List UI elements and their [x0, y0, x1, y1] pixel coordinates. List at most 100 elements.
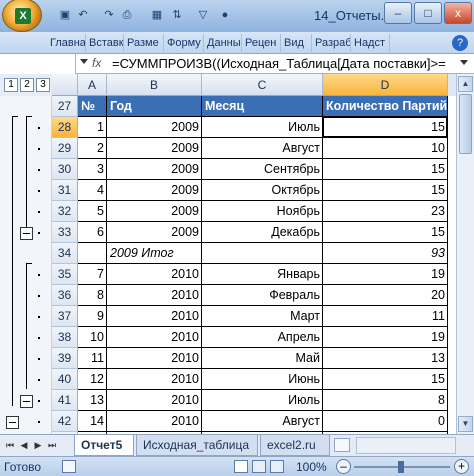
- cell-b28[interactable]: 2009: [107, 117, 202, 138]
- name-box-dropdown-icon[interactable]: [80, 59, 88, 64]
- vertical-scrollbar[interactable]: ▲ ▼: [456, 74, 474, 436]
- function-icon[interactable]: fx: [92, 56, 101, 70]
- sheet-tab-excel2[interactable]: excel2.ru: [260, 435, 330, 456]
- cell-b29[interactable]: 2009: [107, 138, 202, 159]
- office-button[interactable]: X: [2, 0, 42, 32]
- cell-a27[interactable]: №: [78, 96, 107, 117]
- cell-c32[interactable]: Ноябрь: [202, 201, 323, 222]
- sort-icon[interactable]: ⇅: [170, 8, 184, 22]
- column-header-a[interactable]: A: [78, 74, 107, 96]
- zoom-in-button[interactable]: +: [454, 459, 469, 474]
- cell-c29[interactable]: Август: [202, 138, 323, 159]
- redo-icon[interactable]: ↷: [102, 8, 116, 22]
- cell-b30[interactable]: 2009: [107, 159, 202, 180]
- cell-d37[interactable]: 11: [323, 306, 448, 327]
- cell-d36[interactable]: 20: [323, 285, 448, 306]
- scroll-up-icon[interactable]: ▲: [458, 76, 473, 92]
- cell-d32[interactable]: 23: [323, 201, 448, 222]
- ribbon-tab-4[interactable]: Данны: [205, 34, 242, 54]
- outline-level-3-button[interactable]: 3: [36, 78, 50, 92]
- page-layout-view-icon[interactable]: [252, 460, 266, 473]
- zoom-out-button[interactable]: –: [336, 459, 351, 474]
- column-header-c[interactable]: C: [202, 74, 323, 96]
- print-icon[interactable]: ⎙: [120, 8, 134, 22]
- insert-sheet-icon[interactable]: [334, 438, 350, 452]
- minimize-button[interactable]: –: [384, 2, 412, 24]
- page-break-view-icon[interactable]: [270, 460, 284, 473]
- macro-record-icon[interactable]: [62, 460, 76, 473]
- cell-d41[interactable]: 8: [323, 390, 448, 411]
- cell-c30[interactable]: Сентябрь: [202, 159, 323, 180]
- last-sheet-icon[interactable]: ⏭: [46, 439, 58, 452]
- row-header-42[interactable]: 42: [52, 411, 78, 432]
- cell-c28[interactable]: Июль: [202, 117, 323, 138]
- cell-d30[interactable]: 15: [323, 159, 448, 180]
- prev-sheet-icon[interactable]: ◀: [18, 439, 30, 452]
- cell-a40[interactable]: 12: [78, 369, 107, 390]
- cell-b38[interactable]: 2010: [107, 327, 202, 348]
- column-header-d[interactable]: D: [323, 74, 448, 96]
- collapse-all-button[interactable]: [6, 416, 19, 429]
- horizontal-scrollbar[interactable]: [356, 437, 456, 454]
- row-header-28[interactable]: 28: [52, 117, 78, 138]
- ribbon-tab-8[interactable]: Надст: [352, 34, 390, 54]
- row-header-37[interactable]: 37: [52, 306, 78, 327]
- cell-d42[interactable]: 0: [323, 411, 448, 432]
- cell-c34[interactable]: [202, 243, 323, 264]
- cell-d40[interactable]: 15: [323, 369, 448, 390]
- cell-a28[interactable]: 1: [78, 117, 107, 138]
- cell-a37[interactable]: 9: [78, 306, 107, 327]
- row-header-29[interactable]: 29: [52, 138, 78, 159]
- filter-icon[interactable]: ▽: [196, 8, 210, 22]
- close-button[interactable]: x: [444, 2, 472, 24]
- cell-c31[interactable]: Октябрь: [202, 180, 323, 201]
- scroll-thumb[interactable]: [459, 94, 472, 154]
- next-sheet-icon[interactable]: ▶: [32, 439, 44, 452]
- cell-b37[interactable]: 2010: [107, 306, 202, 327]
- collapse-2009-button[interactable]: [20, 227, 33, 240]
- ribbon-tab-0[interactable]: Главна: [48, 34, 86, 54]
- row-header-31[interactable]: 31: [52, 180, 78, 201]
- sheet-tab-otchet5[interactable]: Отчет5: [74, 435, 134, 456]
- select-all-corner[interactable]: [52, 74, 78, 96]
- cell-b33[interactable]: 2009: [107, 222, 202, 243]
- outline-level-1-button[interactable]: 1: [4, 78, 18, 92]
- cell-c38[interactable]: Апрель: [202, 327, 323, 348]
- play-icon[interactable]: ●: [218, 8, 232, 22]
- cell-d38[interactable]: 19: [323, 327, 448, 348]
- cell-d27[interactable]: Количество Партий: [323, 96, 448, 117]
- cell-a31[interactable]: 4: [78, 180, 107, 201]
- cell-c33[interactable]: Декабрь: [202, 222, 323, 243]
- zoom-level[interactable]: 100%: [296, 460, 327, 474]
- column-header-b[interactable]: B: [107, 74, 202, 96]
- zoom-slider-thumb[interactable]: [398, 461, 404, 473]
- row-header-41[interactable]: 41: [52, 390, 78, 411]
- cell-a35[interactable]: 7: [78, 264, 107, 285]
- cell-c40[interactable]: Июнь: [202, 369, 323, 390]
- cell-b42[interactable]: 2010: [107, 411, 202, 432]
- row-header-40[interactable]: 40: [52, 369, 78, 390]
- first-sheet-icon[interactable]: ⏮: [4, 439, 16, 452]
- cell-a41[interactable]: 13: [78, 390, 107, 411]
- cell-c42[interactable]: Август: [202, 411, 323, 432]
- cell-c27[interactable]: Месяц: [202, 96, 323, 117]
- sheet-tab-source-table[interactable]: Исходная_таблица: [136, 435, 258, 456]
- cell-a29[interactable]: 2: [78, 138, 107, 159]
- cell-b39[interactable]: 2010: [107, 348, 202, 369]
- ribbon-tab-1[interactable]: Вставк: [87, 34, 124, 54]
- cell-d29[interactable]: 10: [323, 138, 448, 159]
- cell-d31[interactable]: 15: [323, 180, 448, 201]
- row-header-39[interactable]: 39: [52, 348, 78, 369]
- cell-a39[interactable]: 11: [78, 348, 107, 369]
- row-header-36[interactable]: 36: [52, 285, 78, 306]
- cell-b36[interactable]: 2010: [107, 285, 202, 306]
- help-icon[interactable]: ?: [452, 35, 468, 51]
- cell-a33[interactable]: 6: [78, 222, 107, 243]
- expand-formula-icon[interactable]: [460, 60, 468, 65]
- cell-d33[interactable]: 15: [323, 222, 448, 243]
- cell-d35[interactable]: 19: [323, 264, 448, 285]
- ribbon-tab-2[interactable]: Разме: [125, 34, 164, 54]
- cell-b41[interactable]: 2010: [107, 390, 202, 411]
- ribbon-tab-3[interactable]: Форму: [165, 34, 204, 54]
- maximize-button[interactable]: □: [414, 2, 442, 24]
